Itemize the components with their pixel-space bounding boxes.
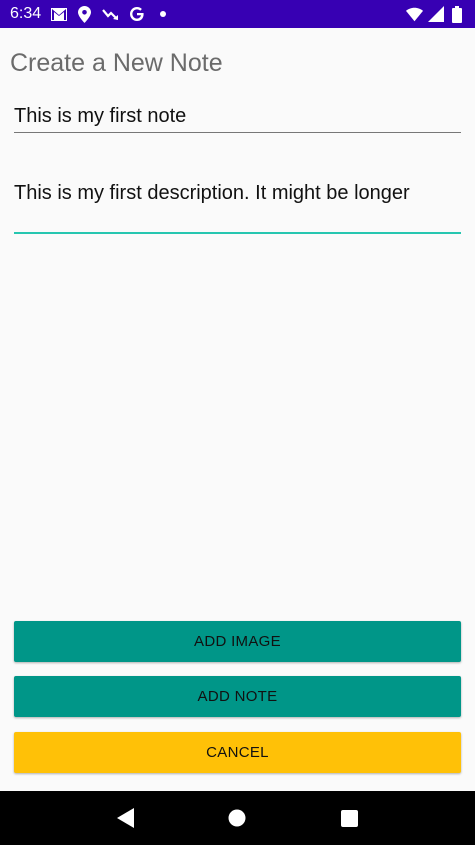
recents-icon[interactable] <box>329 798 369 838</box>
status-bar: 6:34 <box>0 0 475 28</box>
battery-icon <box>448 5 465 23</box>
add-note-button[interactable]: ADD NOTE <box>14 676 461 717</box>
home-icon[interactable] <box>217 798 257 838</box>
note-title-input[interactable]: This is my first note <box>14 102 461 133</box>
navigation-bar <box>0 791 475 845</box>
location-icon <box>76 5 93 23</box>
cancel-button[interactable]: CANCEL <box>14 732 461 773</box>
wifi-icon <box>406 6 423 23</box>
google-icon <box>128 6 145 23</box>
gmail-icon <box>50 6 67 23</box>
page-title: Create a New Note <box>10 49 223 77</box>
back-icon[interactable] <box>106 798 146 838</box>
dot-icon <box>154 6 171 23</box>
add-image-button[interactable]: ADD IMAGE <box>14 621 461 662</box>
note-description-input[interactable]: This is my first description. It might b… <box>14 178 461 234</box>
status-time: 6:34 <box>10 5 42 22</box>
trending-icon <box>102 6 119 23</box>
signal-icon <box>427 6 444 23</box>
